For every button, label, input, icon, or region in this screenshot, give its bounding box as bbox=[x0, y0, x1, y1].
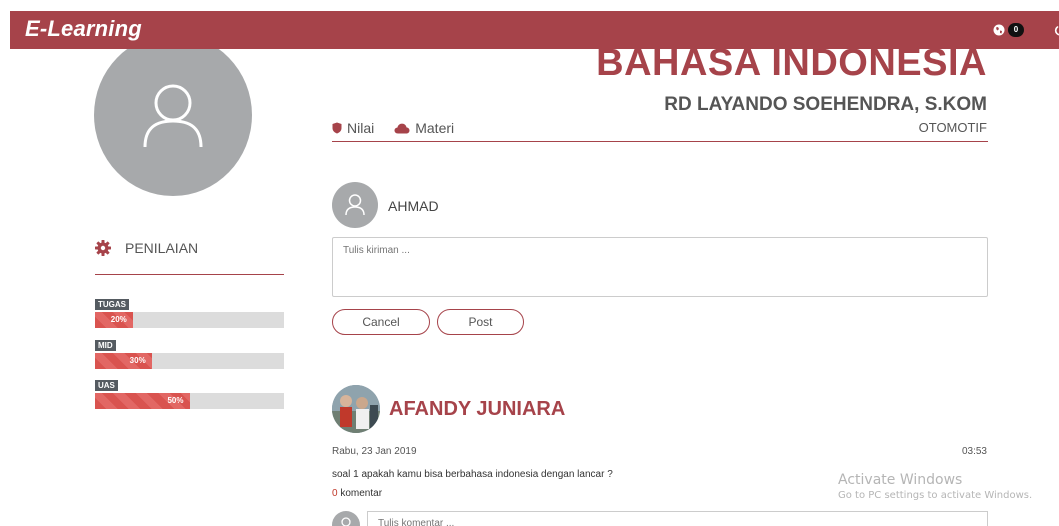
comment-label: komentar bbox=[340, 488, 383, 499]
poster-name[interactable]: AFANDY JUNIARA bbox=[389, 398, 565, 421]
tab-nilai[interactable]: Nilai bbox=[332, 120, 374, 136]
post-input[interactable] bbox=[332, 237, 988, 297]
gear-icon bbox=[95, 240, 111, 256]
poster-photo bbox=[332, 385, 380, 433]
course-tabs: Nilai Materi bbox=[332, 120, 454, 136]
globe-icon[interactable] bbox=[993, 24, 1005, 36]
progress-fill: 30% bbox=[95, 353, 152, 369]
progress-track: 20% bbox=[95, 312, 284, 328]
tab-nilai-label: Nilai bbox=[347, 120, 375, 136]
notification-badge[interactable]: 0 bbox=[1008, 23, 1024, 37]
user-icon bbox=[341, 517, 351, 526]
grade-tugas: TUGAS 20% bbox=[95, 294, 284, 328]
comment-count: 0 bbox=[332, 488, 338, 499]
penilaian-divider bbox=[95, 274, 284, 275]
comment-count-link[interactable]: 0 komentar bbox=[332, 488, 382, 499]
progress-fill: 20% bbox=[95, 312, 133, 328]
page: E-Learning 0 BAHASA INDONESIA RD LAYANDO… bbox=[0, 0, 1059, 526]
user-avatar bbox=[332, 182, 378, 228]
activation-watermark-title: Activate Windows bbox=[838, 472, 963, 488]
teacher-name: RD LAYANDO SOEHENDRA, S.KOM bbox=[664, 94, 987, 115]
comment-input[interactable] bbox=[367, 511, 988, 526]
grade-tag: UAS bbox=[95, 380, 118, 391]
user-icon bbox=[143, 84, 203, 148]
grade-tag: MID bbox=[95, 340, 116, 351]
cancel-button[interactable]: Cancel bbox=[332, 309, 430, 335]
progress-track: 50% bbox=[95, 393, 284, 409]
department-label: OTOMOTIF bbox=[918, 120, 987, 135]
grade-mid: MID 30% bbox=[95, 335, 284, 369]
power-icon[interactable] bbox=[1054, 24, 1059, 36]
tab-materi-label: Materi bbox=[415, 120, 455, 136]
header-divider bbox=[332, 141, 988, 142]
penilaian-header: PENILAIAN bbox=[95, 240, 198, 256]
tab-materi[interactable]: Materi bbox=[394, 120, 454, 136]
profile-avatar[interactable] bbox=[94, 34, 252, 196]
user-name: AHMAD bbox=[388, 198, 439, 214]
progress-track: 30% bbox=[95, 353, 284, 369]
shield-icon bbox=[332, 122, 342, 134]
activation-watermark-subtitle: Go to PC settings to activate Windows. bbox=[838, 490, 1033, 501]
user-icon bbox=[345, 194, 365, 216]
post-button[interactable]: Post bbox=[437, 309, 524, 335]
brand-logo[interactable]: E-Learning bbox=[25, 16, 142, 42]
grade-uas: UAS 50% bbox=[95, 375, 284, 409]
poster-avatar[interactable] bbox=[332, 385, 380, 433]
progress-fill: 50% bbox=[95, 393, 190, 409]
grade-tag: TUGAS bbox=[95, 299, 129, 310]
post-date: Rabu, 23 Jan 2019 bbox=[332, 446, 417, 457]
cloud-icon bbox=[394, 123, 410, 133]
penilaian-title: PENILAIAN bbox=[125, 240, 199, 256]
post-text: soal 1 apakah kamu bisa berbahasa indone… bbox=[332, 469, 613, 480]
post-time: 03:53 bbox=[961, 446, 987, 457]
comment-avatar bbox=[332, 511, 360, 526]
top-navbar: E-Learning 0 bbox=[10, 11, 1059, 49]
